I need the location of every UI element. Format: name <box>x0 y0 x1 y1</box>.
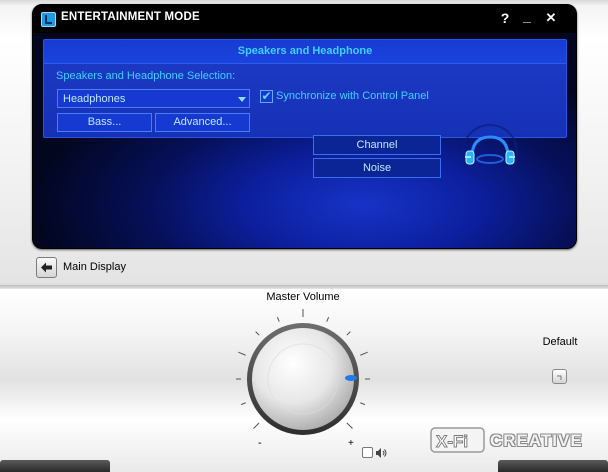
advanced-button[interactable]: Advanced... <box>155 113 250 132</box>
xfi-logo: X-Fi <box>430 427 485 453</box>
sync-checkbox[interactable]: ✔ <box>260 90 273 103</box>
volume-indicator <box>345 375 357 381</box>
speaker-icon <box>376 448 387 458</box>
chevron-down-icon <box>238 97 246 102</box>
dial-tick <box>253 422 260 429</box>
display-screen: ENTERTAINMENT MODE ? _ ✕ Speakers and He… <box>32 4 577 249</box>
master-volume-label: Master Volume <box>266 291 340 303</box>
default-label: Default <box>542 336 578 348</box>
master-volume-dial[interactable]: - + <box>222 305 384 467</box>
volume-plus-label: + <box>348 438 354 449</box>
dial-tick <box>255 331 260 336</box>
main-display-button[interactable] <box>36 257 57 278</box>
speaker-selection-dropdown[interactable]: Headphones <box>57 89 250 108</box>
right-foot <box>498 460 608 472</box>
selection-label: Speakers and Headphone Selection: <box>56 70 236 82</box>
left-foot <box>0 460 110 472</box>
headphone-icon <box>462 124 518 180</box>
mute-checkbox[interactable] <box>362 447 373 458</box>
dial-tick <box>346 422 353 429</box>
noise-button[interactable]: Noise <box>313 158 441 178</box>
panel-header: Speakers and Headphone <box>44 40 566 64</box>
reset-icon <box>557 375 562 380</box>
dial-tick <box>326 316 330 322</box>
checkmark-icon: ✔ <box>261 89 272 103</box>
channel-button[interactable]: Channel <box>313 135 441 155</box>
minimize-button[interactable]: _ <box>517 6 537 26</box>
sync-label: Synchronize with Control Panel <box>276 90 429 102</box>
main-display-label: Main Display <box>63 261 126 273</box>
close-button[interactable]: ✕ <box>541 8 561 28</box>
dropdown-value: Headphones <box>63 93 126 105</box>
app-icon <box>41 12 56 27</box>
window-title: ENTERTAINMENT MODE <box>61 11 200 23</box>
arrow-left-icon <box>41 262 52 273</box>
divider <box>0 285 608 289</box>
dial-tick <box>238 351 246 356</box>
mute-control[interactable] <box>362 446 392 460</box>
dial-tick <box>346 331 351 336</box>
dial-tick <box>360 351 368 356</box>
title-bar[interactable]: ENTERTAINMENT MODE ? _ ✕ <box>33 5 576 33</box>
entertainment-mode-window: ENTERTAINMENT MODE ? _ ✕ Speakers and He… <box>0 0 608 472</box>
xfi-text: X-Fi <box>436 432 468 451</box>
bass-button[interactable]: Bass... <box>57 113 152 132</box>
help-button[interactable]: ? <box>495 8 515 28</box>
default-button[interactable] <box>552 369 567 384</box>
dial-tick <box>276 316 280 322</box>
dial-tick <box>360 402 366 406</box>
dial-tick <box>240 402 246 406</box>
volume-minus-label: - <box>258 437 262 449</box>
creative-logo: CREATIVE <box>490 431 583 450</box>
